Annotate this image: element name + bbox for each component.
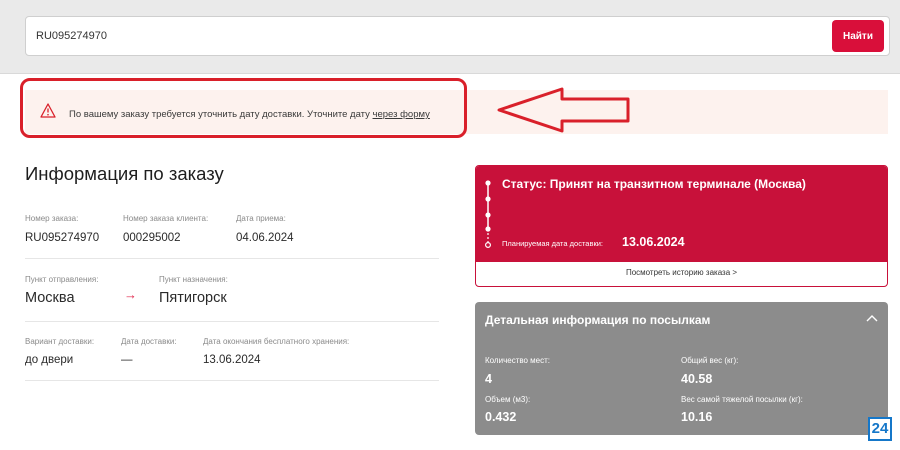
planned-date-label: Планируемая дата доставки:: [502, 239, 604, 248]
from-value: Москва: [25, 290, 75, 306]
weight-label: Общий вес (кг):: [681, 356, 739, 365]
client-order-label: Номер заказа клиента:: [123, 214, 209, 223]
timeline-icon: [484, 180, 492, 248]
order-info-title: Информация по заказу: [25, 163, 224, 184]
order-number-value: RU095274970: [25, 232, 100, 244]
planned-date-value: 13.06.2024: [622, 235, 685, 249]
accept-date-value: 04.06.2024: [236, 232, 294, 244]
divider: [25, 321, 439, 322]
watermark-badge: 24: [868, 417, 892, 441]
search-bar-area: Найти: [0, 0, 900, 74]
to-label: Пункт назначения:: [159, 275, 228, 284]
to-value: Пятигорск: [159, 290, 227, 306]
delivery-date-value: —: [121, 354, 133, 366]
parcel-details-card: Детальная информация по посылкам Количес…: [475, 302, 888, 435]
from-label: Пункт отправления:: [25, 275, 99, 284]
volume-value: 0.432: [485, 410, 517, 424]
order-history-link[interactable]: Посмотреть историю заказа >: [476, 268, 887, 277]
arrow-left-icon: [497, 87, 630, 133]
search-box: Найти: [25, 16, 890, 56]
volume-label: Объем (м3):: [485, 395, 531, 404]
divider: [25, 380, 439, 381]
divider: [25, 258, 439, 259]
places-value: 4: [485, 372, 492, 386]
storage-end-value: 13.06.2024: [203, 354, 261, 366]
parcel-details-title[interactable]: Детальная информация по посылкам: [485, 313, 710, 327]
heaviest-value: 10.16: [681, 410, 713, 424]
accept-date-label: Дата приема:: [236, 214, 286, 223]
status-header: Статус: Принят на транзитном терминале (…: [476, 166, 887, 262]
route-arrow-icon: →: [124, 287, 137, 302]
heaviest-label: Вес самой тяжелой посылки (кг):: [681, 395, 803, 404]
annotation-highlight-box: [20, 78, 467, 138]
chevron-up-icon[interactable]: [866, 314, 878, 322]
places-label: Количество мест:: [485, 356, 551, 365]
client-order-value: 000295002: [123, 232, 181, 244]
weight-value: 40.58: [681, 372, 713, 386]
delivery-type-value: до двери: [25, 354, 74, 366]
storage-end-label: Дата окончания бесплатного хранения:: [203, 337, 350, 346]
search-button[interactable]: Найти: [832, 20, 884, 52]
status-card: Статус: Принят на транзитном терминале (…: [475, 165, 888, 287]
search-input[interactable]: [36, 17, 816, 55]
order-number-label: Номер заказа:: [25, 214, 79, 223]
delivery-type-label: Вариант доставки:: [25, 337, 95, 346]
status-title: Статус: Принят на транзитном терминале (…: [502, 177, 806, 191]
delivery-date-label: Дата доставки:: [121, 337, 177, 346]
